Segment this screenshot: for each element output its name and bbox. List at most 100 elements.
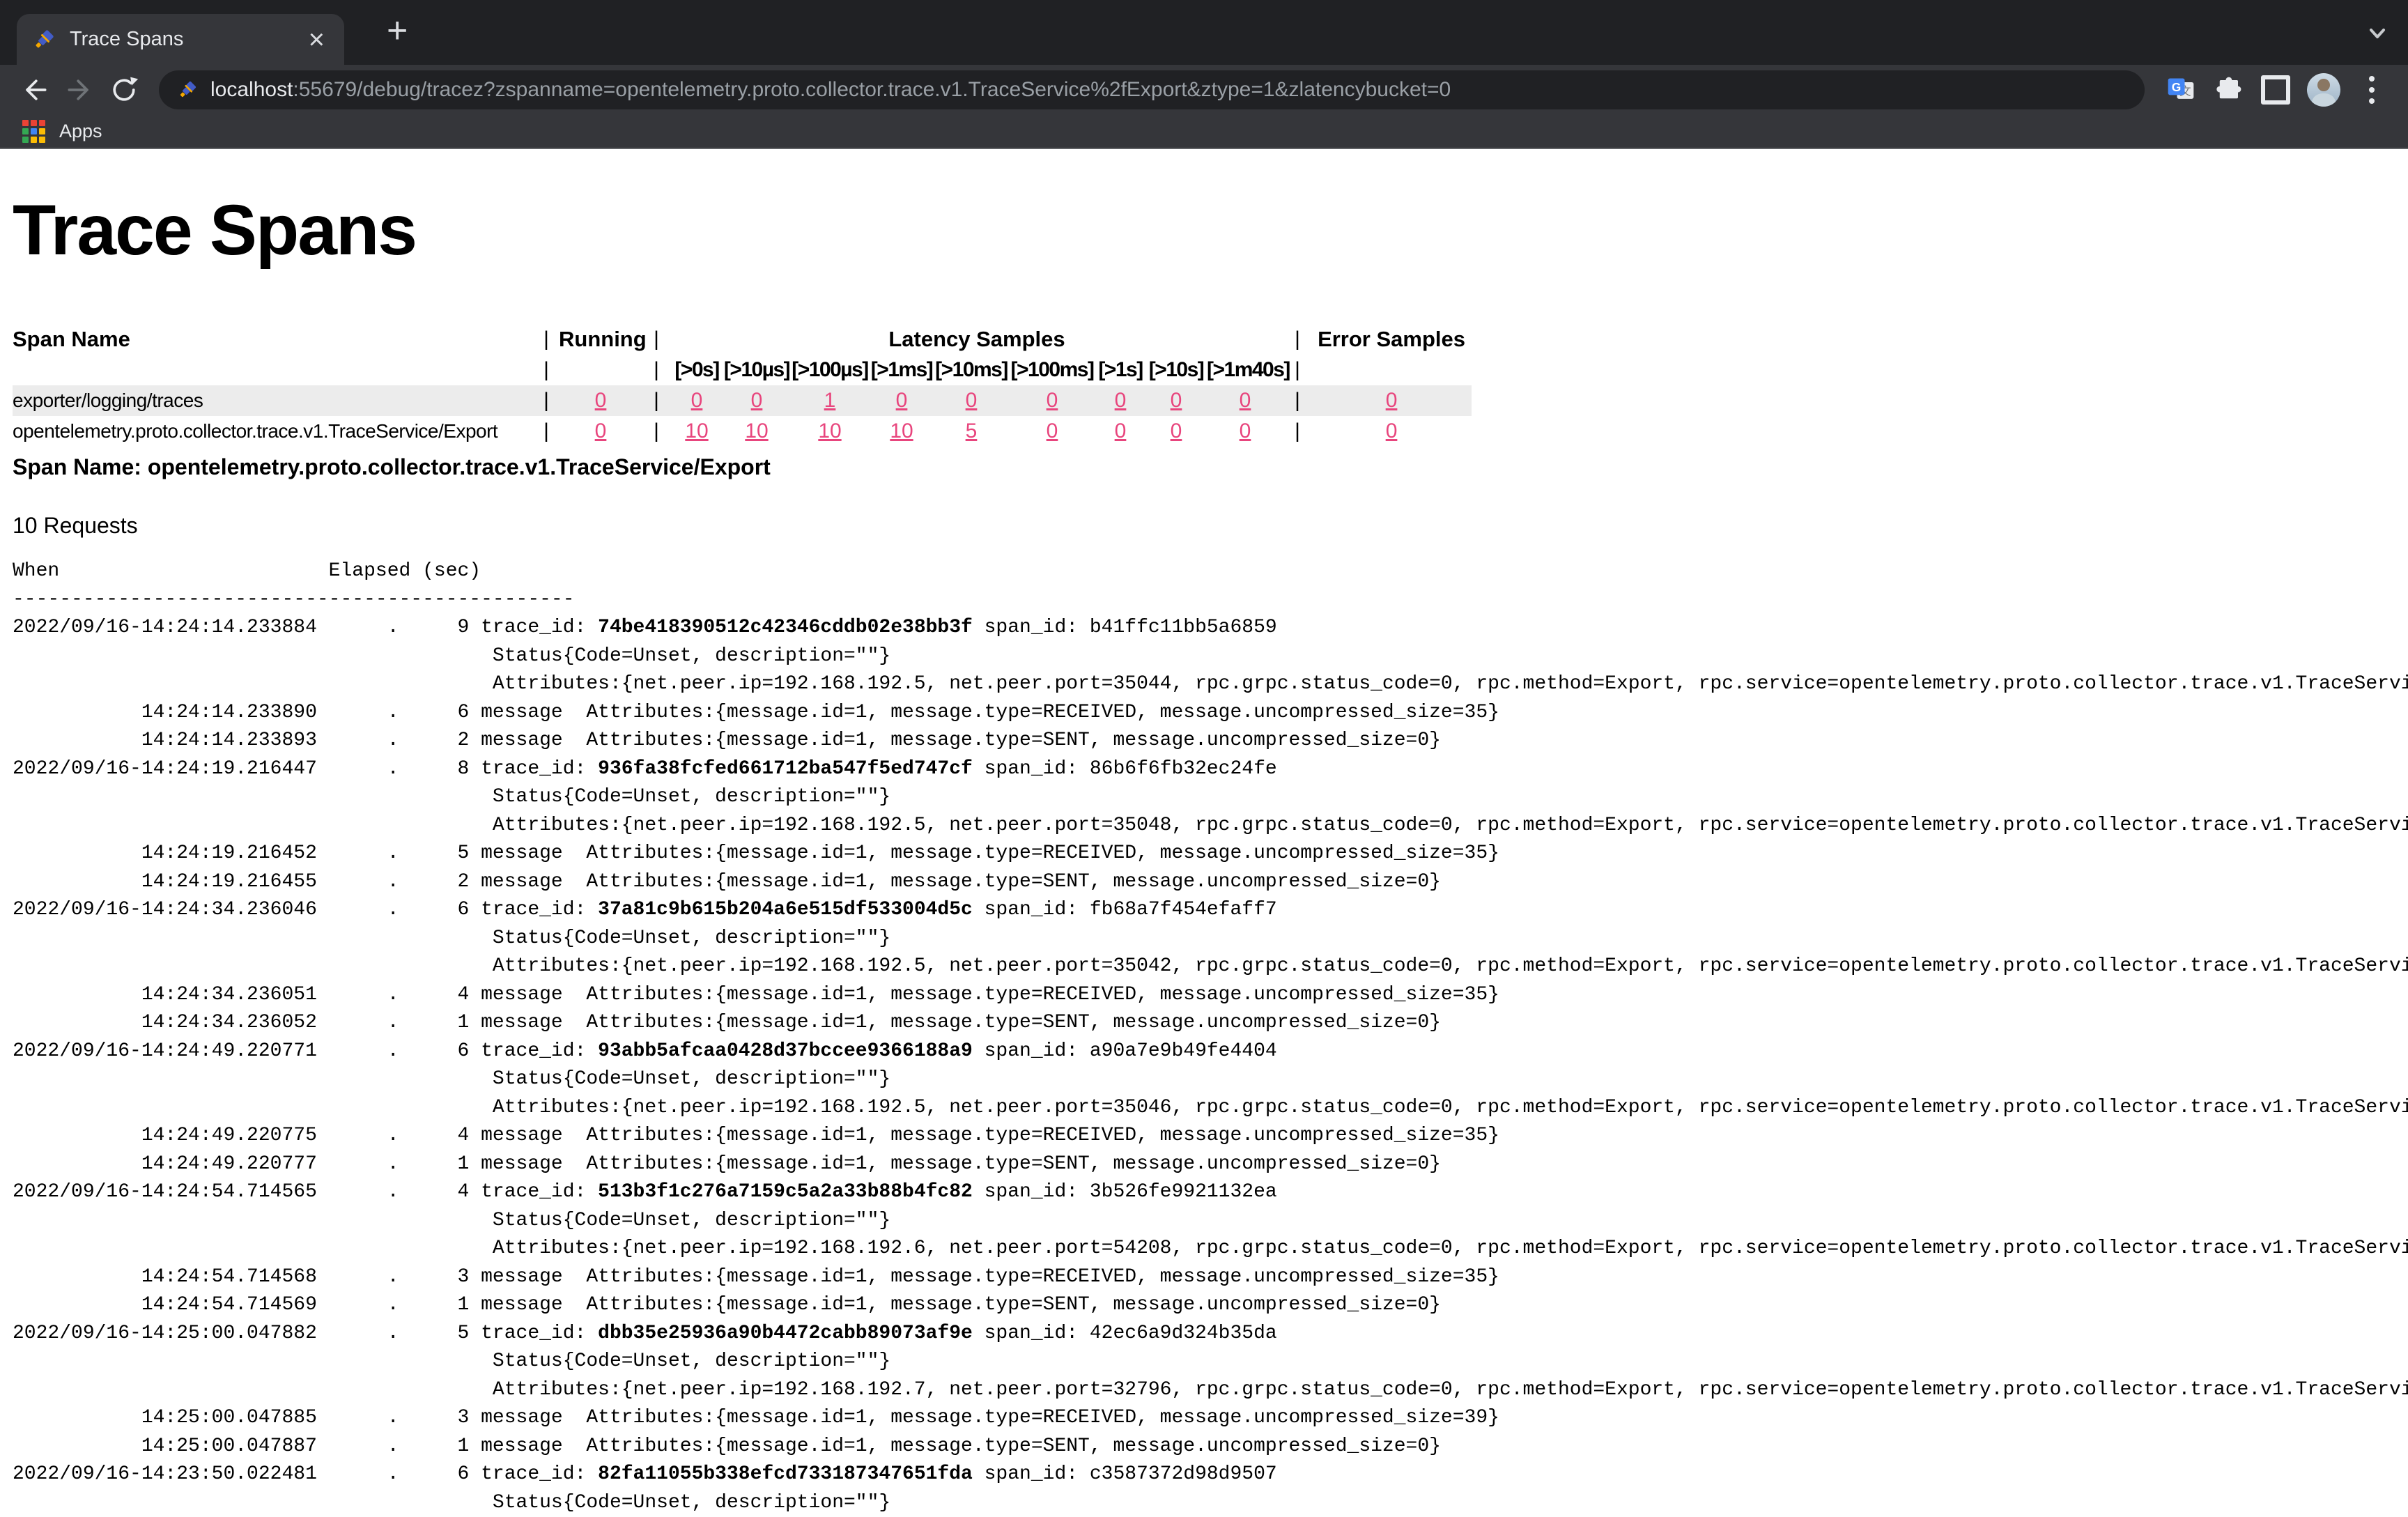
latency-count-link[interactable]: 0 [1047,389,1058,412]
latency-count-link[interactable]: 0 [896,389,908,412]
latency-bucket-label: [>100ms] [1009,355,1095,385]
column-separator: | [642,355,670,385]
error-count-link[interactable]: 0 [1386,389,1398,412]
latency-bucket-label: [>1m40s] [1207,355,1283,385]
latency-count-cell: 0 [934,385,1009,416]
column-separator: | [1283,385,1311,416]
latency-count-link[interactable]: 0 [1115,389,1127,412]
latency-count-link[interactable]: 5 [966,419,978,442]
latency-bucket-label: [>100µs] [790,355,870,385]
back-button[interactable] [20,75,50,105]
new-tab-button[interactable]: + [387,10,408,52]
apps-grid-icon[interactable] [22,120,45,143]
tab-strip: Trace Spans × + [0,0,2408,65]
latency-count-link[interactable]: 10 [745,419,768,442]
profile-avatar[interactable] [2307,73,2340,107]
column-separator: | [642,385,670,416]
column-separator: | [534,355,559,385]
latency-count-cell: 0 [1145,385,1207,416]
column-separator: | [534,416,559,447]
error-count-cell: 0 [1311,416,1472,447]
latency-count-link[interactable]: 0 [1171,419,1182,442]
span-name: opentelemetry.proto.collector.trace.v1.T… [13,416,534,447]
translate-extension-icon[interactable]: 文 G [2165,74,2197,106]
latency-count-cell: 0 [870,385,934,416]
latency-count-link[interactable]: 10 [890,419,913,442]
selected-span-label: Span Name: opentelemetry.proto.collector… [13,454,2408,480]
running-count-link[interactable]: 0 [595,419,607,442]
error-count-cell: 0 [1311,385,1472,416]
chevron-down-icon[interactable] [2365,21,2390,46]
latency-bucket-label: [>10ms] [934,355,1009,385]
column-separator: | [642,416,670,447]
bucket-spacer [1311,355,1472,385]
bucket-spacer [559,355,642,385]
bucket-header-row: ||[>0s][>10µs][>100µs][>1ms][>10ms][>100… [13,355,1472,385]
bookmarks-bar: Apps [0,115,2408,149]
latency-bucket-label: [>0s] [670,355,723,385]
latency-count-link[interactable]: 0 [1171,389,1182,412]
opentelemetry-favicon-icon [177,79,198,100]
url-host: localhost [210,78,293,102]
browser-menu-icon[interactable] [2356,74,2388,106]
url-path: :55679/debug/tracez?zspanname=openteleme… [293,78,1451,102]
running-count-cell: 0 [559,416,642,447]
bookmark-apps[interactable]: Apps [59,121,102,142]
running-count-link[interactable]: 0 [595,389,607,412]
opentelemetry-favicon-icon [32,28,56,52]
latency-count-cell: 5 [934,416,1009,447]
latency-count-link[interactable]: 0 [691,389,703,412]
span-table-row: exporter/logging/traces|0|001000000|0 [13,385,1472,416]
latency-count-link[interactable]: 0 [1240,389,1251,412]
running-count-cell: 0 [559,385,642,416]
latency-count-link[interactable]: 0 [1240,419,1251,442]
latency-count-cell: 0 [1145,416,1207,447]
span-name: exporter/logging/traces [13,385,534,416]
latency-count-cell: 10 [723,416,790,447]
browser-toolbar: localhost:55679/debug/tracez?zspanname=o… [0,65,2408,115]
column-separator: | [1283,324,1311,355]
latency-count-link[interactable]: 0 [966,389,978,412]
latency-count-cell: 10 [670,416,723,447]
latency-count-link[interactable]: 1 [824,389,836,412]
forward-button[interactable] [64,75,95,105]
span-summary-table: Span Name | Running | Latency Samples | … [13,324,1472,447]
col-error-samples: Error Samples [1311,324,1472,355]
latency-count-link[interactable]: 10 [685,419,708,442]
trace-log: When Elapsed (sec) ---------------------… [13,557,2408,1517]
latency-count-cell: 0 [1009,385,1095,416]
column-separator: | [534,324,559,355]
latency-count-cell: 0 [1207,416,1283,447]
error-count-link[interactable]: 0 [1386,419,1398,442]
url-bar[interactable]: localhost:55679/debug/tracez?zspanname=o… [159,70,2145,109]
latency-count-cell: 1 [790,385,870,416]
latency-count-cell: 10 [870,416,934,447]
page-title: Trace Spans [13,191,2408,269]
browser-tab[interactable]: Trace Spans × [17,14,344,65]
browser-chrome: Trace Spans × + [0,0,2408,149]
latency-bucket-label: [>1ms] [870,355,934,385]
table-header-row: Span Name | Running | Latency Samples | … [13,324,1472,355]
latency-count-link[interactable]: 0 [1047,419,1058,442]
span-table-row: opentelemetry.proto.collector.trace.v1.T… [13,416,1472,447]
reload-button[interactable] [109,75,139,105]
tab-close-icon[interactable]: × [304,26,329,54]
latency-count-cell: 0 [670,385,723,416]
extensions-puzzle-icon[interactable] [2212,74,2244,106]
latency-count-link[interactable]: 10 [818,419,841,442]
latency-count-cell: 0 [1095,385,1145,416]
latency-bucket-label: [>10µs] [723,355,790,385]
request-count: 10 Requests [13,512,2408,539]
latency-count-cell: 0 [723,385,790,416]
column-separator: | [534,385,559,416]
col-latency-samples: Latency Samples [670,324,1283,355]
latency-count-link[interactable]: 0 [1115,419,1127,442]
column-separator: | [642,324,670,355]
latency-count-link[interactable]: 0 [751,389,763,412]
latency-count-cell: 0 [1095,416,1145,447]
latency-bucket-label: [>10s] [1145,355,1207,385]
side-panel-extension-icon[interactable] [2260,74,2292,106]
col-running: Running [559,324,642,355]
latency-count-cell: 0 [1207,385,1283,416]
latency-count-cell: 10 [790,416,870,447]
